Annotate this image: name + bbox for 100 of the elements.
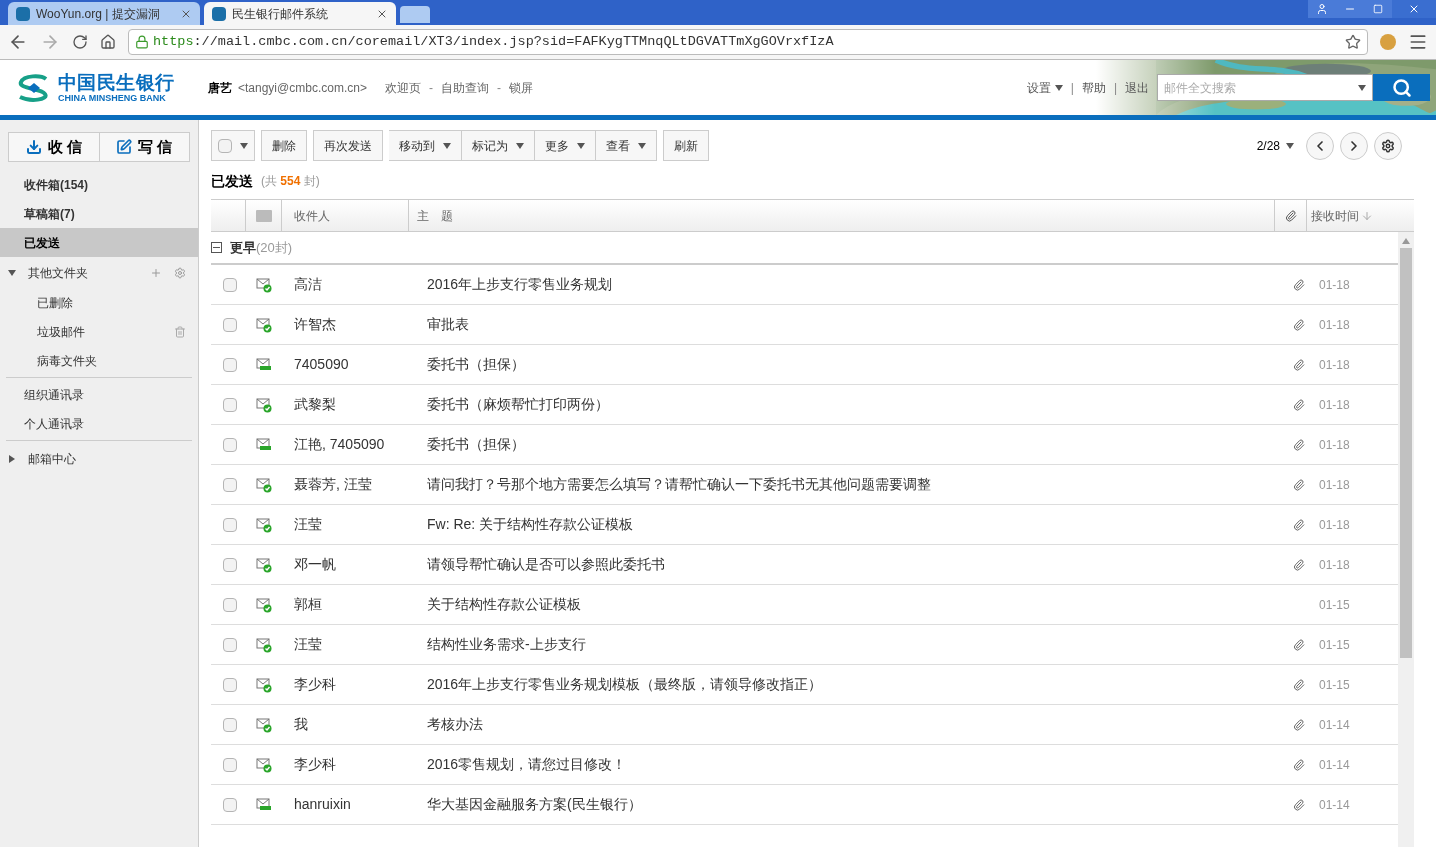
address-bar[interactable]: https://mail.cmbc.com.cn/coremail/XT3/index.jsp?sid=FAFKygTTMnqQLtDGVATTmXgGOVrxfIzA <box>128 29 1368 55</box>
caret-icon <box>1054 84 1063 91</box>
header-link[interactable]: 设置 <box>1026 78 1063 97</box>
toolbar-button[interactable]: 删除 <box>261 130 307 161</box>
toolbar-button[interactable]: 刷新 <box>663 130 709 161</box>
row-checkbox[interactable] <box>223 797 237 812</box>
row-checkbox[interactable] <box>223 637 237 652</box>
folder-group-label[interactable]: 邮箱中心 <box>28 449 76 468</box>
scrollbar[interactable] <box>1398 232 1414 847</box>
close-button[interactable] <box>1392 0 1436 18</box>
scroll-up-icon[interactable] <box>1402 238 1410 244</box>
row-checkbox[interactable] <box>223 317 237 332</box>
contacts-item[interactable]: 组织通讯录 <box>0 380 198 409</box>
row-checkbox[interactable] <box>223 437 237 452</box>
mail-row[interactable]: 汪莹 结构性业务需求-上步支行 01-15 <box>211 625 1398 665</box>
subject-cell-text: 2016年上步支行零售业务规划 <box>427 275 614 294</box>
user-button[interactable] <box>1308 0 1336 18</box>
header-link[interactable]: 锁屏 <box>508 78 533 97</box>
mail-row[interactable]: 汪莹 Fw: Re: 关于结构性存款公证模板 01-18 <box>211 505 1398 545</box>
toolbar-menu-button[interactable]: 查看 <box>596 130 657 161</box>
row-checkbox[interactable] <box>223 557 237 572</box>
toolbar-menu-button[interactable]: 移动到 <box>389 130 462 161</box>
search-button[interactable] <box>1373 74 1430 101</box>
mail-row[interactable]: 武黎梨 委托书（麻烦帮忙打印两份） 01-18 <box>211 385 1398 425</box>
subject-cell-text: 委托书（麻烦帮忙打印两份） <box>427 395 610 414</box>
next-page-button[interactable] <box>1340 131 1368 160</box>
folder-item[interactable]: 病毒文件夹 <box>0 346 198 375</box>
page-indicator[interactable]: 2/28 <box>1256 136 1294 155</box>
toolbar-menu-button[interactable]: 更多 <box>535 130 596 161</box>
caret-right-icon[interactable] <box>8 454 16 463</box>
folder-item[interactable]: 已发送 <box>0 228 198 257</box>
row-checkbox[interactable] <box>223 277 237 292</box>
date-cell-text: 01-18 <box>1318 396 1351 414</box>
group-count: (20封) <box>256 238 293 257</box>
mail-row[interactable]: 李少科 2016年上步支行零售业务规划模板（最终版，请领导修改指正） 01-15 <box>211 665 1398 705</box>
folder-item[interactable]: 垃圾邮件 <box>0 317 198 346</box>
folder-group-label[interactable]: 其他文件夹 <box>28 263 150 282</box>
home-icon[interactable] <box>100 34 116 50</box>
toolbar-button[interactable]: 再次发送 <box>313 130 383 161</box>
logo-subtitle: CHINA MINSHENG BANK <box>58 93 167 103</box>
trash-icon[interactable] <box>174 325 186 338</box>
row-checkbox[interactable] <box>223 677 237 692</box>
toolbar-menu-button[interactable]: 标记为 <box>462 130 535 161</box>
browser-tab[interactable]: WooYun.org | 提交漏洞 <box>8 2 200 25</box>
mail-row[interactable]: 李少科 2016零售规划，请您过目修改！ 01-14 <box>211 745 1398 785</box>
new-tab-button[interactable] <box>400 6 430 23</box>
column-header[interactable]: 收件人 <box>282 200 408 231</box>
settings-icon[interactable] <box>174 266 186 279</box>
contacts-item[interactable]: 个人通讯录 <box>0 409 198 438</box>
select-all-dropdown[interactable] <box>211 130 255 161</box>
envelope-icon <box>255 209 272 222</box>
caret-down-icon[interactable] <box>8 268 16 277</box>
receive-button[interactable]: 收 信 <box>9 133 100 161</box>
mail-row[interactable]: 许智杰 审批表 01-18 <box>211 305 1398 345</box>
mail-row[interactable]: hanruixin 华大基因金融服务方案(民生银行） 01-14 <box>211 785 1398 825</box>
compose-button[interactable]: 写 信 <box>99 133 189 161</box>
url-text: https://mail.cmbc.com.cn/coremail/XT3/index.jsp?sid=FAFKygTTMnqQLtDGVATTmXgGOVrxfIzA <box>153 32 834 51</box>
cookie-icon[interactable] <box>1380 34 1396 50</box>
date-cell-text: 01-18 <box>1318 316 1351 334</box>
folder-item[interactable]: 草稿箱(7) <box>0 199 198 228</box>
date-cell-text: 01-14 <box>1318 716 1351 734</box>
row-checkbox[interactable] <box>223 597 237 612</box>
checkbox[interactable] <box>218 138 232 153</box>
recipient-cell-text: 汪莹 <box>293 515 323 534</box>
browser-tab[interactable]: 民生银行邮件系统 <box>204 2 396 25</box>
collapse-icon[interactable] <box>211 242 222 253</box>
mail-row[interactable]: 高洁 2016年上步支行零售业务规划 01-18 <box>211 265 1398 305</box>
sort-arrow-icon <box>1361 209 1373 222</box>
row-checkbox[interactable] <box>223 357 237 372</box>
header-link[interactable]: 欢迎页 <box>384 78 421 97</box>
mail-row[interactable]: 江艳, 7405090 委托书（担保） 01-18 <box>211 425 1398 465</box>
row-checkbox[interactable] <box>223 477 237 492</box>
caret-icon <box>516 142 524 149</box>
maximize-button[interactable] <box>1364 0 1392 18</box>
scrollbar-thumb[interactable] <box>1400 248 1412 658</box>
date-cell-text: 01-15 <box>1318 676 1351 694</box>
settings-button[interactable] <box>1374 131 1402 160</box>
bookmark-star-icon[interactable] <box>1345 34 1361 50</box>
link-separator: - <box>428 79 433 97</box>
column-header[interactable]: 接收时间 <box>1307 200 1414 231</box>
folder-item[interactable]: 已删除 <box>0 288 198 317</box>
header-link[interactable]: 退出 <box>1125 78 1149 97</box>
mail-row[interactable]: 郭桓 关于结构性存款公证模板 01-15 <box>211 585 1398 625</box>
row-checkbox[interactable] <box>223 717 237 732</box>
date-cell-text: 01-18 <box>1318 556 1351 574</box>
mail-row[interactable]: 我 考核办法 01-14 <box>211 705 1398 745</box>
row-checkbox[interactable] <box>223 517 237 532</box>
row-checkbox[interactable] <box>223 397 237 412</box>
mail-row[interactable]: 聂蓉芳, 汪莹 请问我打？号那个地方需要怎么填写？请帮忙确认一下委托书无其他问题需要调整 01-18 <box>211 465 1398 505</box>
mail-row[interactable]: 邓一帆 请领导帮忙确认是否可以参照此委托书 01-18 <box>211 545 1398 585</box>
menu-icon[interactable] <box>1408 32 1428 52</box>
header-link[interactable]: 帮助 <box>1081 78 1106 97</box>
previous-page-button[interactable] <box>1306 131 1334 160</box>
header-link[interactable]: 自助查询 <box>440 78 489 97</box>
row-checkbox[interactable] <box>223 757 237 772</box>
mail-row[interactable]: 7405090 委托书（担保） 01-18 <box>211 345 1398 385</box>
column-header[interactable]: 主 题 <box>408 200 1274 231</box>
reload-icon[interactable] <box>72 34 88 50</box>
add-icon[interactable] <box>150 266 162 279</box>
folder-item[interactable]: 收件箱(154) <box>0 170 198 199</box>
